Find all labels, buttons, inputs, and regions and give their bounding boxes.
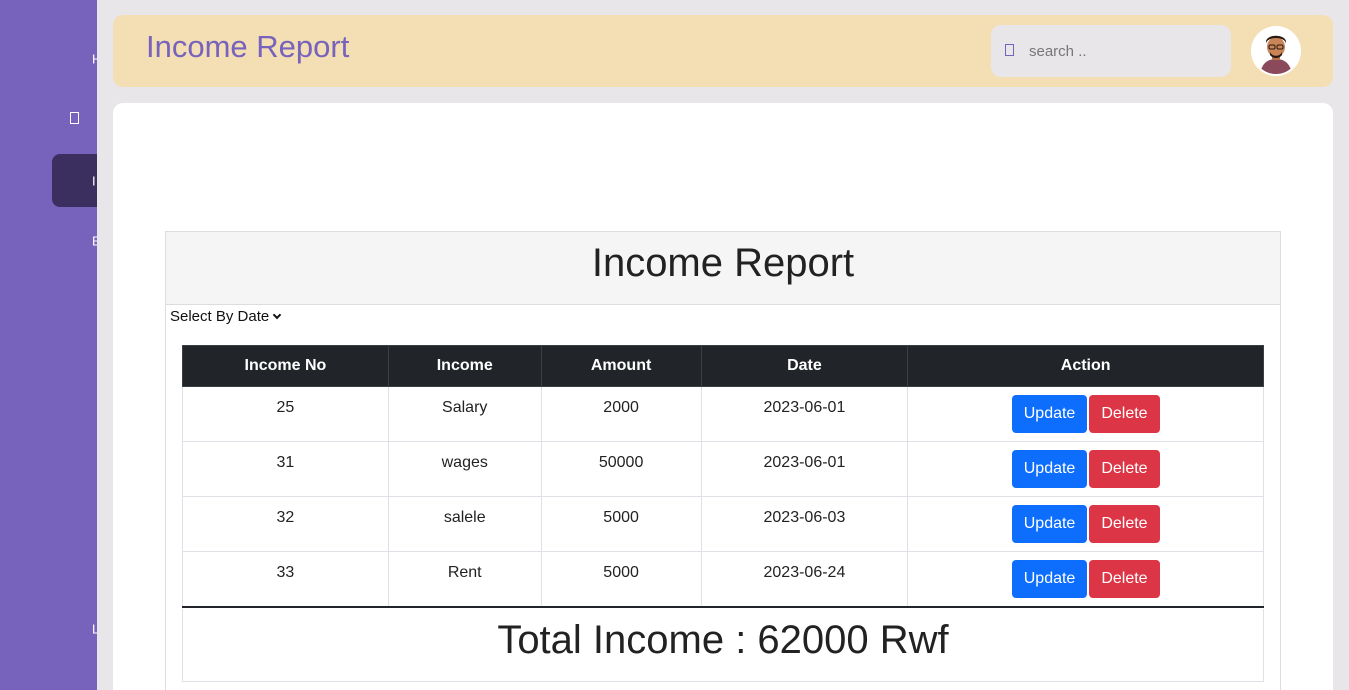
date-filter-select[interactable]: Select By Date [170,308,282,325]
dashboard-icon[interactable] [70,112,79,124]
total-income-row: Total Income : 62000 Rwf [182,609,1264,682]
date-cell: 2023-06-03 [700,496,909,552]
search-icon [1005,44,1014,56]
column-header: Date [700,345,909,387]
delete-button[interactable]: Delete [1089,395,1160,433]
income-name-cell: wages [387,441,542,497]
income-no-cell: 33 [182,551,389,608]
delete-button[interactable]: Delete [1089,505,1160,543]
total-income: Total Income : 62000 Rwf [497,618,949,662]
delete-button[interactable]: Delete [1089,560,1160,598]
income-table: Income No Income Amount Date Action 25 S… [182,345,1264,608]
sidebar: H I E L [0,0,97,690]
update-button[interactable]: Update [1011,505,1088,543]
sidebar-item-expenses[interactable]: E [52,214,97,267]
table-row: 33 Rent 5000 2023-06-24 Update Delete [182,551,1264,608]
sidebar-item-label: H [92,51,97,66]
action-cell: Update Delete [907,386,1264,442]
action-cell: Update Delete [907,551,1264,608]
column-header: Amount [540,345,702,387]
column-header: Income No [182,345,389,387]
action-cell: Update Delete [907,441,1264,497]
table-row: 31 wages 50000 2023-06-01 Update Delete [182,441,1264,497]
date-filter-label: Select By Date [170,308,270,325]
sidebar-item-income[interactable]: I [52,154,97,207]
update-button[interactable]: Update [1011,395,1088,433]
sidebar-item-label: E [92,233,97,248]
column-header: Income [387,345,542,387]
search-box [991,25,1231,77]
search-input[interactable] [1029,39,1219,63]
income-name-cell: Rent [387,551,542,608]
main-content: Income Report Select By Date Income No I… [113,103,1333,690]
income-name-cell: Salary [387,386,542,442]
income-report-card: Income Report Select By Date Income No I… [165,231,1281,690]
income-no-cell: 32 [182,496,389,552]
amount-cell: 5000 [540,551,702,608]
amount-cell: 50000 [540,441,702,497]
table-header-row: Income No Income Amount Date Action [182,345,1264,387]
user-avatar-icon [1253,28,1299,74]
update-button[interactable]: Update [1011,450,1088,488]
card-header: Income Report [166,232,1280,305]
sidebar-item-label: I [92,173,96,188]
avatar[interactable] [1251,26,1301,76]
table-row: 32 salele 5000 2023-06-03 Update Delete [182,496,1264,552]
delete-button[interactable]: Delete [1089,450,1160,488]
report-title: Income Report [591,241,855,285]
income-no-cell: 31 [182,441,389,497]
date-cell: 2023-06-01 [700,386,909,442]
date-cell: 2023-06-01 [700,441,909,497]
column-header: Action [907,345,1264,387]
header: Income Report [113,15,1333,87]
action-cell: Update Delete [907,496,1264,552]
amount-cell: 2000 [540,386,702,442]
sidebar-item-label: L [92,621,97,636]
chevron-down-icon [272,310,282,320]
date-cell: 2023-06-24 [700,551,909,608]
amount-cell: 5000 [540,496,702,552]
sidebar-item-home[interactable]: H [52,32,97,85]
sidebar-item-logout[interactable]: L [52,602,97,655]
page-title: Income Report [146,29,350,64]
table-row: 25 Salary 2000 2023-06-01 Update Delete [182,386,1264,442]
income-no-cell: 25 [182,386,389,442]
income-name-cell: salele [387,496,542,552]
update-button[interactable]: Update [1011,560,1088,598]
